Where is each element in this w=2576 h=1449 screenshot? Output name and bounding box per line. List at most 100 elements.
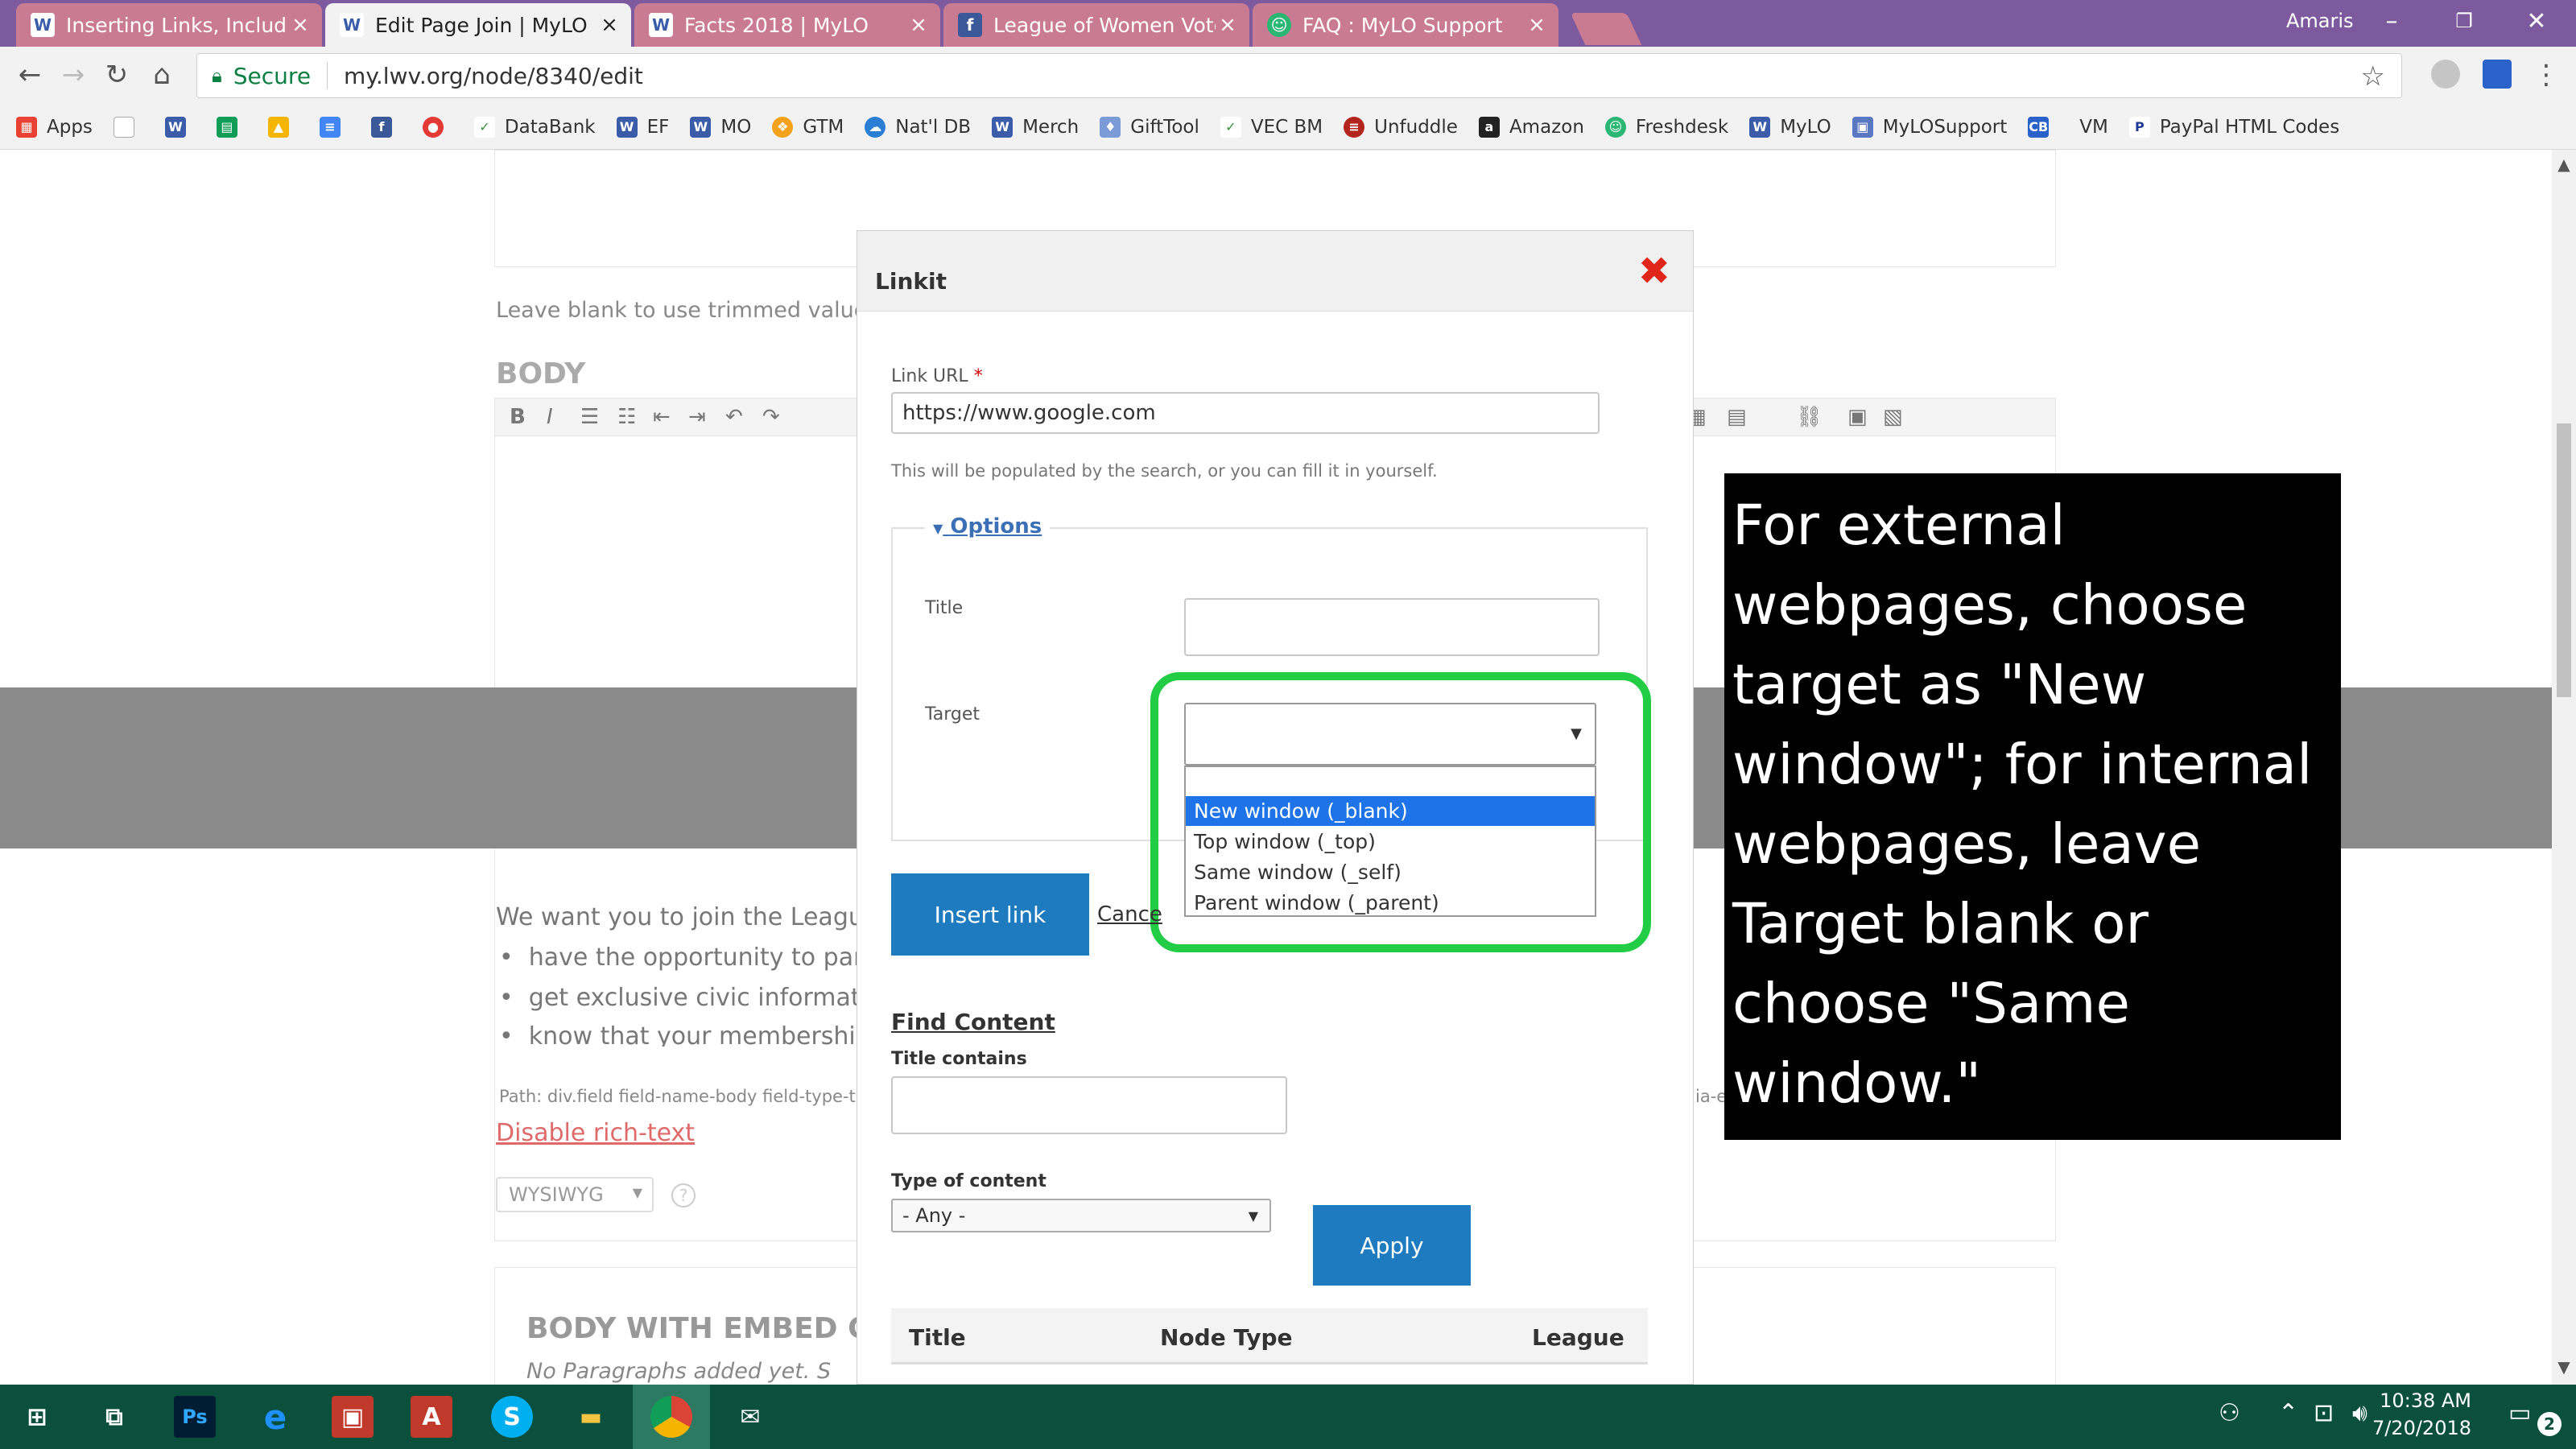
bookmark-gtm[interactable]: ❖ GTM bbox=[772, 116, 844, 138]
scroll-down-icon[interactable]: ▼ bbox=[2552, 1357, 2576, 1377]
indent-icon[interactable]: ⇥ bbox=[688, 405, 706, 429]
chrome-icon[interactable] bbox=[650, 1396, 692, 1438]
close-icon[interactable]: ✖ bbox=[1638, 249, 1670, 294]
people-icon[interactable]: ⚇ bbox=[2219, 1399, 2240, 1427]
bookmark-mylo[interactable]: W MyLO bbox=[1749, 116, 1831, 138]
home-icon[interactable]: ⌂ bbox=[142, 55, 182, 95]
outdent-icon[interactable]: ⇤ bbox=[653, 405, 671, 429]
bookmark-cb[interactable]: CB bbox=[2028, 116, 2058, 138]
task-view-icon[interactable]: ⧉ bbox=[93, 1396, 135, 1438]
reload-icon[interactable]: ↻ bbox=[97, 55, 137, 95]
clock-date[interactable]: 7/20/2018 bbox=[2372, 1417, 2471, 1439]
column-league[interactable]: League bbox=[1532, 1324, 1624, 1351]
browser-tab-1[interactable]: W Inserting Links, Including × bbox=[16, 3, 322, 47]
network-icon[interactable]: ⊡ bbox=[2314, 1399, 2334, 1427]
volume-icon[interactable]: 🔊︎ bbox=[2352, 1399, 2368, 1427]
close-icon[interactable]: × bbox=[1216, 13, 1240, 37]
bold-icon[interactable]: B bbox=[510, 405, 526, 429]
windows-start-icon[interactable]: ⊞ bbox=[16, 1396, 58, 1438]
window-close-icon[interactable]: ✕ bbox=[2500, 0, 2573, 42]
app-red-icon[interactable]: ▣ bbox=[332, 1396, 374, 1438]
italic-icon[interactable]: I bbox=[547, 405, 553, 429]
bookmark-facebook[interactable]: f bbox=[370, 116, 402, 138]
close-icon[interactable]: × bbox=[288, 13, 312, 37]
bookmark-apps[interactable]: ▦ Apps bbox=[16, 116, 93, 138]
bookmark-amazon[interactable]: a Amazon bbox=[1478, 116, 1584, 138]
bookmark-extension-icon[interactable] bbox=[2483, 60, 2512, 89]
bookmark-docs[interactable]: ≡ bbox=[319, 116, 350, 138]
link-icon[interactable]: ⛓ bbox=[1796, 405, 1823, 429]
extension-icon[interactable] bbox=[2431, 60, 2460, 89]
editor-mode-select[interactable]: WYSIWYG ▼ bbox=[496, 1177, 654, 1212]
bullet-list-icon[interactable]: ☰ bbox=[580, 405, 599, 429]
browser-tab-5[interactable]: ☺ FAQ : MyLO Support × bbox=[1253, 3, 1558, 47]
scrollbar-thumb[interactable] bbox=[2557, 423, 2571, 697]
chevron-up-icon[interactable]: ⌃ bbox=[2278, 1399, 2298, 1427]
menu-kebab-icon[interactable]: ⋮ bbox=[2526, 55, 2566, 95]
apply-button[interactable]: Apply bbox=[1313, 1205, 1471, 1286]
insert-link-button[interactable]: Insert link bbox=[891, 873, 1089, 956]
bookmark-ef[interactable]: W EF bbox=[616, 116, 669, 138]
bookmark-vec-bm[interactable]: ✓ VEC BM bbox=[1220, 116, 1323, 138]
image-icon[interactable]: ▧ bbox=[1883, 405, 1903, 429]
numbered-list-icon[interactable]: ☷ bbox=[617, 405, 636, 429]
title-input[interactable] bbox=[1184, 598, 1600, 656]
bookmark-star-icon[interactable]: ☆ bbox=[2361, 60, 2385, 93]
bookmark-freshdesk[interactable]: ☺ Freshdesk bbox=[1604, 116, 1728, 138]
column-title[interactable]: Title bbox=[909, 1324, 966, 1351]
undo-icon[interactable]: ↶ bbox=[725, 405, 743, 429]
bookmark-unfuddle[interactable]: ≡ Unfuddle bbox=[1344, 116, 1458, 138]
bookmark-doc[interactable] bbox=[113, 116, 144, 138]
bookmark-lwv[interactable]: W bbox=[164, 116, 196, 138]
bookmark-sheets[interactable]: ▤ bbox=[216, 116, 247, 138]
column-node-type[interactable]: Node Type bbox=[1160, 1324, 1293, 1351]
media-icon[interactable]: ▣ bbox=[1847, 405, 1868, 429]
back-arrow-icon[interactable]: ← bbox=[10, 55, 50, 95]
table-row-icon[interactable]: ▤ bbox=[1727, 405, 1747, 429]
bookmark-natl-db[interactable]: ☁ Nat'l DB bbox=[865, 116, 971, 138]
close-icon[interactable]: × bbox=[906, 13, 931, 37]
redo-icon[interactable]: ↷ bbox=[762, 405, 780, 429]
find-content-toggle[interactable]: Find Content bbox=[891, 1009, 1055, 1035]
profile-name[interactable]: Amaris bbox=[2286, 10, 2354, 32]
bookmark-merch[interactable]: W Merch bbox=[992, 116, 1079, 138]
browser-toolbar: ← → ↻ ⌂ 🔒︎ Secure my.lwv.org/node/8340/e… bbox=[0, 47, 2576, 105]
close-icon[interactable]: × bbox=[1525, 13, 1549, 37]
acrobat-icon[interactable]: A bbox=[411, 1396, 452, 1438]
embed-section-title: BODY WITH EMBED C bbox=[526, 1312, 869, 1345]
edge-icon[interactable]: e bbox=[254, 1396, 296, 1438]
url-text[interactable]: my.lwv.org/node/8340/edit bbox=[344, 63, 643, 89]
bookmark-paypal[interactable]: P PayPal HTML Codes bbox=[2128, 116, 2339, 138]
notifications-icon[interactable]: ▭ bbox=[2508, 1399, 2531, 1427]
page-scrollbar[interactable]: ▲ ▼ bbox=[2552, 150, 2576, 1385]
title-contains-input[interactable] bbox=[891, 1076, 1287, 1134]
skype-icon[interactable]: S bbox=[491, 1396, 533, 1438]
photoshop-icon[interactable]: Ps bbox=[174, 1396, 216, 1438]
minimize-icon[interactable]: – bbox=[2355, 0, 2428, 42]
scroll-up-icon[interactable]: ▲ bbox=[2552, 155, 2576, 174]
bookmark-chat[interactable]: ● bbox=[422, 116, 453, 138]
bookmark-vm[interactable]: VM bbox=[2079, 117, 2108, 138]
bookmark-mylosupport[interactable]: ▣ MyLOSupport bbox=[1852, 116, 2007, 138]
browser-tab-2[interactable]: W Edit Page Join | MyLO × bbox=[325, 3, 631, 47]
new-tab-button[interactable] bbox=[1570, 13, 1642, 45]
bookmark-databank[interactable]: ✓ DataBank bbox=[473, 116, 596, 138]
bookmark-drive[interactable]: ▲ bbox=[267, 116, 299, 138]
help-icon[interactable]: ? bbox=[671, 1183, 696, 1208]
browser-tab-4[interactable]: f League of Women Voters × bbox=[943, 3, 1249, 47]
address-bar[interactable]: 🔒︎ Secure my.lwv.org/node/8340/edit ☆ bbox=[196, 53, 2402, 98]
link-url-input[interactable]: https://www.google.com bbox=[891, 392, 1600, 434]
clock-time[interactable]: 10:38 AM bbox=[2380, 1389, 2471, 1412]
restore-icon[interactable]: ❐ bbox=[2428, 0, 2500, 42]
mail-icon[interactable]: ✉ bbox=[729, 1396, 771, 1438]
cancel-link[interactable]: Cance bbox=[1097, 902, 1162, 927]
type-of-content-select[interactable]: - Any - ▼ bbox=[891, 1199, 1271, 1232]
browser-tab-3[interactable]: W Facts 2018 | MyLO × bbox=[634, 3, 940, 47]
close-icon[interactable]: × bbox=[597, 13, 621, 37]
options-toggle[interactable]: ▼ Options bbox=[925, 514, 1051, 539]
bookmark-mo[interactable]: W MO bbox=[690, 116, 751, 138]
bookmark-gifttool[interactable]: ♦ GiftTool bbox=[1100, 116, 1199, 138]
file-explorer-icon[interactable]: ▬ bbox=[570, 1396, 612, 1438]
forward-arrow-icon[interactable]: → bbox=[53, 55, 93, 95]
disable-rich-text-link[interactable]: Disable rich-text bbox=[496, 1119, 695, 1147]
